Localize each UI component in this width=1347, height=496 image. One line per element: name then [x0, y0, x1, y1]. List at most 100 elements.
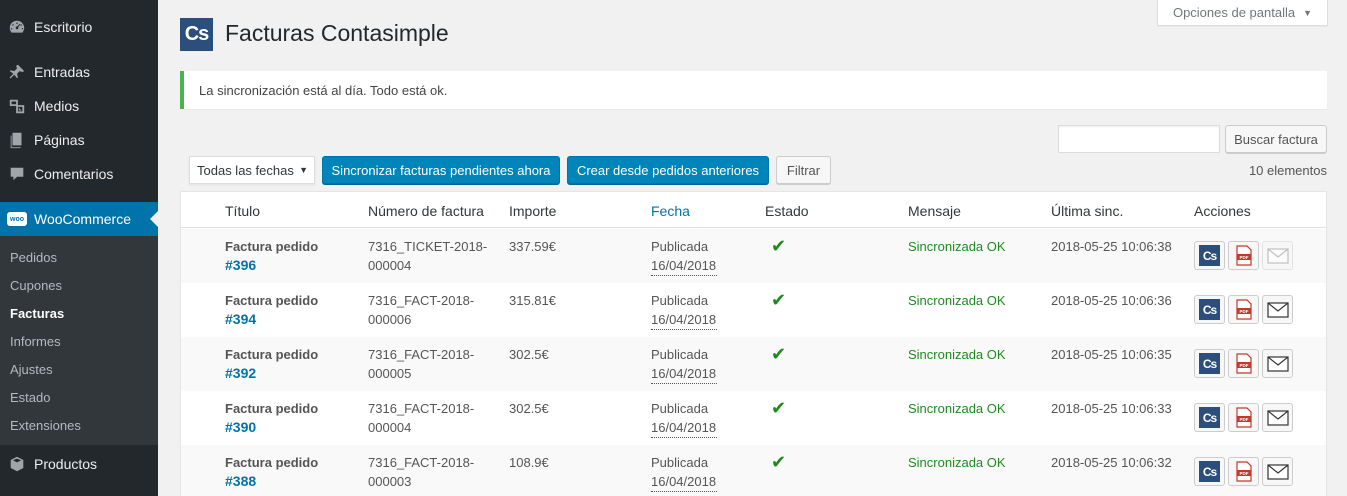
media-icon [7, 96, 27, 116]
column-ultima-sinc: Última sinc. [1051, 203, 1124, 219]
checkmark-icon: ✔ [771, 290, 787, 310]
sync-message: Sincronizada OK [908, 401, 1006, 416]
woo-badge: woo [7, 212, 27, 226]
submenu-pedidos[interactable]: Pedidos [10, 250, 57, 265]
view-contasimple-button[interactable]: Cs [1194, 295, 1225, 324]
invoice-amount: 108.9€ [509, 455, 549, 470]
search-input[interactable] [1058, 125, 1220, 153]
download-pdf-button[interactable]: PDF [1228, 241, 1259, 270]
invoice-date: Publicada 16/04/2018 [651, 291, 717, 330]
sync-pending-button[interactable]: Sincronizar facturas pendientes ahora [322, 156, 560, 184]
submenu-cupones[interactable]: Cupones [10, 278, 62, 293]
date-value: 16/04/2018 [651, 256, 717, 276]
menu-label: Entradas [34, 64, 91, 80]
menu-item-woocommerce[interactable]: woo WooCommerce [0, 202, 158, 236]
column-fecha[interactable]: Fecha [651, 203, 690, 219]
view-contasimple-button[interactable]: Cs [1194, 349, 1225, 378]
publish-status: Publicada [651, 239, 709, 254]
date-value: 16/04/2018 [651, 472, 717, 492]
menu-item-entradas[interactable]: Entradas [0, 55, 158, 89]
contasimple-icon: Cs [1199, 407, 1220, 428]
create-from-orders-button[interactable]: Crear desde pedidos anteriores [567, 156, 769, 184]
menu-item-comentarios[interactable]: Comentarios [0, 157, 158, 191]
submenu-informes[interactable]: Informes [10, 334, 61, 349]
menu-item-paginas[interactable]: Páginas [0, 123, 158, 157]
order-link[interactable]: #388 [225, 472, 318, 491]
row-actions: Cs PDF [1194, 349, 1293, 378]
order-link[interactable]: #390 [225, 418, 318, 437]
screen-options-button[interactable]: Opciones de pantalla ▼ [1157, 0, 1328, 26]
pdf-icon: PDF [1235, 461, 1252, 482]
envelope-icon [1266, 355, 1289, 372]
send-email-button[interactable] [1262, 241, 1293, 270]
column-numero: Número de factura [368, 203, 484, 219]
order-link[interactable]: #396 [225, 256, 318, 275]
admin-sidebar: Escritorio Entradas Medios Páginas Comen… [0, 0, 158, 496]
download-pdf-button[interactable]: PDF [1228, 349, 1259, 378]
view-contasimple-button[interactable]: Cs [1194, 457, 1225, 486]
submenu-facturas[interactable]: Facturas [10, 306, 64, 321]
search-button[interactable]: Buscar factura [1225, 125, 1327, 153]
pin-icon [7, 62, 27, 82]
row-actions: Cs PDF [1194, 295, 1293, 324]
row-actions: Cs PDF [1194, 241, 1293, 270]
download-pdf-button[interactable]: PDF [1228, 295, 1259, 324]
publish-status: Publicada [651, 293, 709, 308]
item-count: 10 elementos [1248, 163, 1327, 178]
contasimple-icon: Cs [1199, 461, 1220, 482]
menu-label: Escritorio [34, 19, 93, 35]
table-row: Factura pedido #388 7316_FACT-2018-00000… [181, 445, 1326, 496]
table-row: Factura pedido #394 7316_FACT-2018-00000… [181, 283, 1326, 337]
menu-label: WooCommerce [34, 211, 131, 227]
menu-item-escritorio[interactable]: Escritorio [0, 10, 158, 44]
send-email-button[interactable] [1262, 295, 1293, 324]
pages-icon [7, 130, 27, 150]
submenu-extensiones[interactable]: Extensiones [10, 418, 81, 433]
sync-message: Sincronizada OK [908, 293, 1006, 308]
menu-item-productos[interactable]: Productos [0, 447, 158, 481]
success-notice: La sincronización está al día. Todo está… [180, 71, 1327, 109]
woo-icon: woo [7, 209, 27, 229]
invoice-date: Publicada 16/04/2018 [651, 237, 717, 276]
envelope-icon [1266, 409, 1289, 426]
pdf-icon: PDF [1235, 353, 1252, 374]
publish-status: Publicada [651, 347, 709, 362]
view-contasimple-button[interactable]: Cs [1194, 403, 1225, 432]
pdf-label: PDF [1239, 417, 1248, 422]
pdf-label: PDF [1239, 255, 1248, 260]
send-email-button[interactable] [1262, 403, 1293, 432]
checkmark-icon: ✔ [771, 344, 787, 364]
view-contasimple-button[interactable]: Cs [1194, 241, 1225, 270]
last-sync: 2018-05-25 10:06:36 [1051, 293, 1172, 308]
last-sync: 2018-05-25 10:06:38 [1051, 239, 1172, 254]
column-titulo: Título [225, 203, 261, 219]
last-sync: 2018-05-25 10:06:33 [1051, 401, 1172, 416]
date-filter-value: Todas las fechas [197, 162, 294, 178]
menu-item-medios[interactable]: Medios [0, 89, 158, 123]
download-pdf-button[interactable]: PDF [1228, 403, 1259, 432]
table-row: Factura pedido #390 7316_FACT-2018-00000… [181, 391, 1326, 445]
publish-status: Publicada [651, 401, 709, 416]
invoice-date: Publicada 16/04/2018 [651, 399, 717, 438]
pdf-label: PDF [1239, 309, 1248, 314]
invoice-amount: 302.5€ [509, 347, 549, 362]
send-email-button[interactable] [1262, 349, 1293, 378]
invoice-number: 7316_FACT-2018-000004 [368, 401, 475, 435]
filter-button[interactable]: Filtrar [776, 156, 831, 184]
checkmark-icon: ✔ [771, 452, 787, 472]
submenu-ajustes[interactable]: Ajustes [10, 362, 53, 377]
sync-message: Sincronizada OK [908, 239, 1006, 254]
contasimple-icon: Cs [1199, 299, 1220, 320]
download-pdf-button[interactable]: PDF [1228, 457, 1259, 486]
date-value: 16/04/2018 [651, 310, 717, 330]
send-email-button[interactable] [1262, 457, 1293, 486]
invoice-title: Factura pedido #394 [225, 293, 319, 329]
row-actions: Cs PDF [1194, 403, 1293, 432]
column-acciones: Acciones [1194, 203, 1251, 219]
invoices-table: Título Número de factura Importe Fecha E… [180, 191, 1327, 496]
submenu-estado[interactable]: Estado [10, 390, 50, 405]
order-link[interactable]: #394 [225, 310, 318, 329]
publish-status: Publicada [651, 455, 709, 470]
date-filter-select[interactable]: Todas las fechas ▼ [189, 156, 315, 184]
order-link[interactable]: #392 [225, 364, 318, 383]
